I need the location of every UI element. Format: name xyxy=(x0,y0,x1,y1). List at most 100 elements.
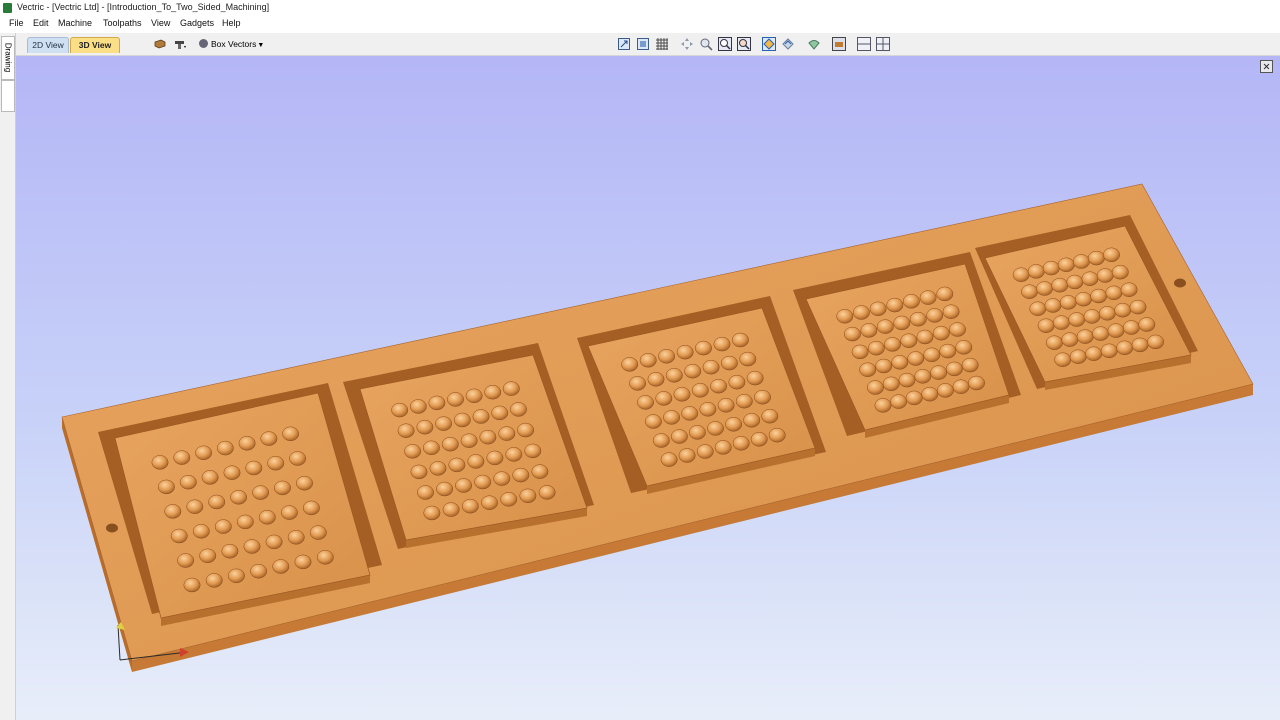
dome xyxy=(936,383,954,398)
dome xyxy=(866,380,884,395)
dome xyxy=(644,414,662,429)
view-top-icon[interactable] xyxy=(617,37,631,51)
dome xyxy=(1085,346,1103,361)
zoom-fit-icon[interactable] xyxy=(718,37,732,51)
app-icon xyxy=(3,3,12,13)
dome xyxy=(265,534,283,550)
box-vectors-dropdown[interactable]: Box Vectors▼ xyxy=(199,37,264,51)
maximize-view-icon[interactable] xyxy=(1260,60,1273,73)
dome xyxy=(658,349,676,364)
3d-viewport[interactable] xyxy=(16,56,1280,720)
main-toolbar: 2D View 3D View Box Vectors▼ xyxy=(0,33,1280,56)
pan-icon[interactable] xyxy=(680,37,694,51)
dome xyxy=(702,359,720,375)
dome xyxy=(655,391,673,406)
dome xyxy=(754,389,771,405)
dome xyxy=(1072,254,1090,269)
dome xyxy=(945,361,963,377)
menu-view[interactable]: View xyxy=(151,18,170,28)
dome xyxy=(282,426,300,442)
tool-icon[interactable] xyxy=(173,37,187,51)
dome xyxy=(524,443,542,459)
dome xyxy=(676,344,694,360)
dome xyxy=(898,372,916,388)
dome xyxy=(695,340,712,356)
dome xyxy=(519,488,537,504)
view-iso-icon[interactable] xyxy=(636,37,650,51)
menu-bar: File Edit Machine Toolpaths View Gadgets… xyxy=(0,16,1280,33)
dome xyxy=(258,510,276,525)
menu-file[interactable]: File xyxy=(9,18,24,28)
shade-icon[interactable] xyxy=(781,37,795,51)
grid-icon[interactable] xyxy=(655,37,669,51)
dome xyxy=(493,471,511,486)
menu-toolpaths[interactable]: Toolpaths xyxy=(103,18,142,28)
dome xyxy=(491,405,509,421)
dome xyxy=(1138,317,1156,332)
dome xyxy=(860,323,878,338)
dome xyxy=(1027,264,1045,279)
dome xyxy=(714,440,732,455)
dome xyxy=(1066,274,1084,290)
dome xyxy=(151,455,169,470)
dome xyxy=(684,363,702,379)
dome xyxy=(1042,260,1060,276)
zoom-icon[interactable] xyxy=(699,37,713,51)
dome xyxy=(442,502,460,517)
lighting-icon[interactable] xyxy=(807,37,821,51)
chevron-down-icon: ▼ xyxy=(257,42,265,49)
dome xyxy=(639,353,657,368)
dome xyxy=(1116,340,1134,356)
dome xyxy=(531,464,549,479)
dome xyxy=(512,467,530,483)
tab-3d-view[interactable]: 3D View xyxy=(70,37,120,53)
dome xyxy=(1103,247,1120,263)
dome xyxy=(436,481,454,497)
dome xyxy=(1092,326,1110,341)
dome xyxy=(164,504,182,519)
menu-gadgets[interactable]: Gadgets xyxy=(180,18,214,28)
dome xyxy=(891,355,909,370)
dome xyxy=(243,539,261,554)
dome xyxy=(280,505,298,520)
dome xyxy=(1057,257,1075,273)
menu-machine[interactable]: Machine xyxy=(58,18,92,28)
drawing-tab[interactable]: Drawing xyxy=(1,36,15,80)
dome xyxy=(453,412,471,428)
dome xyxy=(926,308,944,323)
dome xyxy=(230,490,248,505)
dome xyxy=(1087,250,1105,266)
material-icon[interactable] xyxy=(153,37,167,51)
dome xyxy=(296,475,313,491)
dome xyxy=(1068,312,1086,327)
secondary-tab[interactable] xyxy=(1,80,15,112)
dome xyxy=(1147,334,1165,350)
dome xyxy=(1111,264,1129,280)
window-title: Vectric - [Vectric Ltd] - [Introduction_… xyxy=(17,2,270,12)
dome xyxy=(968,375,985,391)
dome xyxy=(441,436,459,452)
zoom-window-icon[interactable] xyxy=(737,37,751,51)
dome xyxy=(1054,352,1072,367)
dome xyxy=(1076,329,1094,344)
dome xyxy=(223,465,241,480)
dome xyxy=(1122,320,1140,335)
toolpath-preview-icon[interactable] xyxy=(857,37,871,51)
tab-2d-view[interactable]: 2D View xyxy=(27,37,69,53)
dome xyxy=(859,362,877,377)
dome xyxy=(884,337,901,352)
split-view-icon[interactable] xyxy=(876,37,890,51)
menu-edit[interactable]: Edit xyxy=(33,18,49,28)
dome xyxy=(732,436,750,451)
dome xyxy=(1021,284,1038,299)
dome xyxy=(177,553,195,568)
dome xyxy=(699,402,717,417)
dome xyxy=(422,440,440,456)
rotate-icon[interactable] xyxy=(762,37,776,51)
dome xyxy=(1100,343,1118,359)
material-display-icon[interactable] xyxy=(832,37,846,51)
dome xyxy=(170,528,188,544)
menu-help[interactable]: Help xyxy=(222,18,241,28)
dome xyxy=(192,524,210,539)
dome xyxy=(919,290,937,305)
